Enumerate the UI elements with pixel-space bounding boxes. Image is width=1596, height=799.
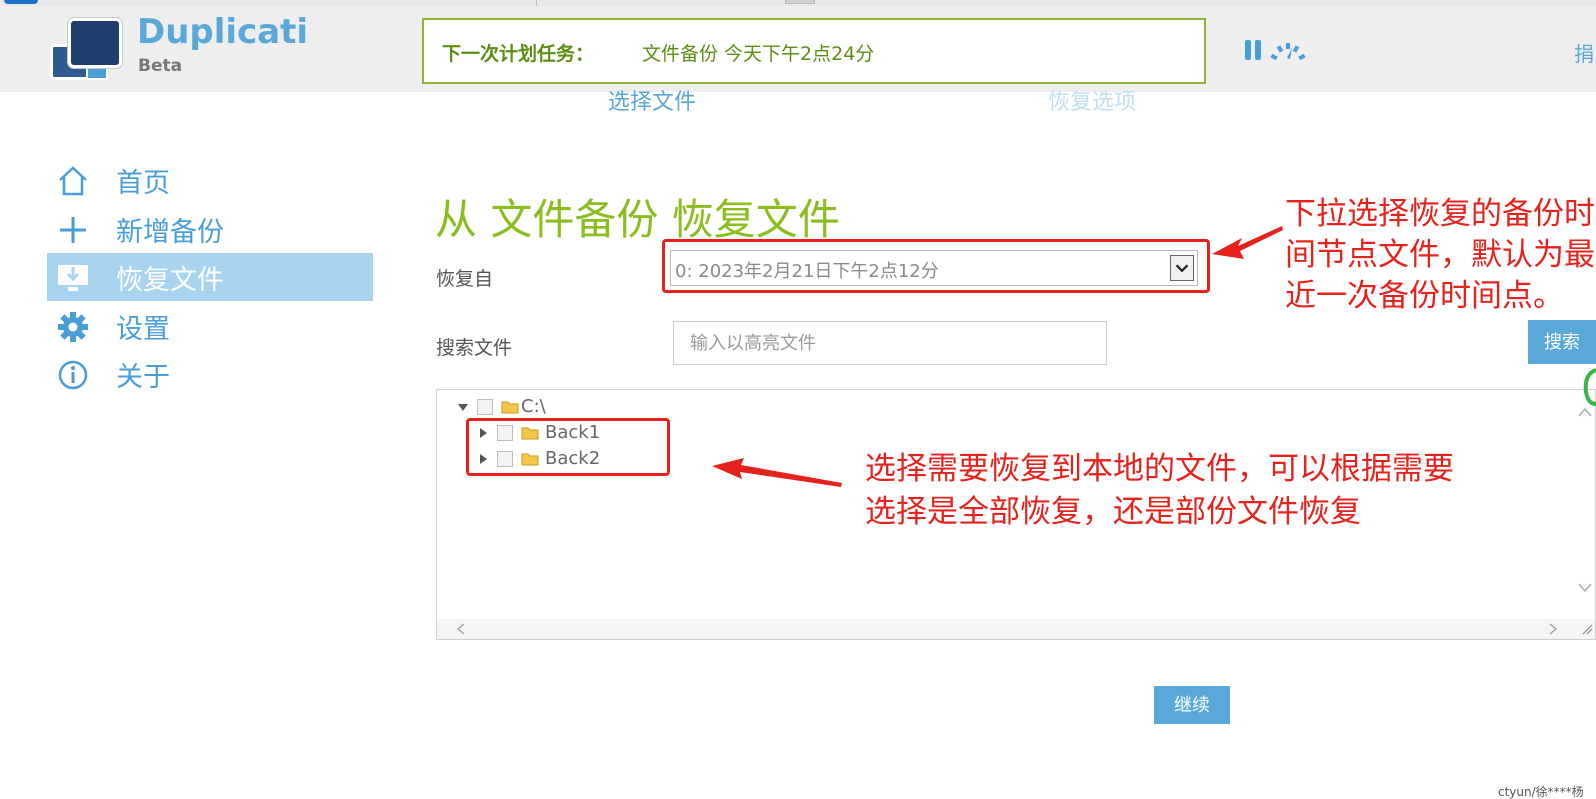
restore-from-label: 恢复自	[436, 268, 494, 290]
search-button[interactable]: 搜索	[1528, 320, 1596, 364]
plus-icon	[60, 217, 86, 243]
brand-subtitle: Beta	[138, 56, 183, 76]
sidebar-item-label: 首页	[116, 168, 170, 199]
donate-link[interactable]: 捐	[1574, 38, 1594, 67]
next-schedule-banner: 下一次计划任务： 文件备份 今天下午2点24分	[422, 18, 1206, 84]
restore-icon	[58, 265, 88, 291]
continue-button[interactable]: 继续	[1154, 686, 1230, 724]
browser-icon	[4, 0, 38, 4]
sidebar-item-label: 新增备份	[116, 217, 224, 248]
arrow-to-select	[1212, 226, 1283, 259]
sidebar-item-label: 恢复文件	[116, 265, 224, 296]
throttle-icon[interactable]	[1270, 40, 1306, 62]
annotation-tree-note-line: 选择是全部恢复，还是部份文件恢复	[865, 494, 1361, 530]
sidebar-item-add-backup[interactable]: 新增备份	[47, 205, 373, 253]
app-window: { "app": { "brand": "Duplicati", "brand_…	[0, 0, 1596, 799]
next-schedule-value: 文件备份 今天下午2点24分	[642, 43, 875, 65]
wizard-step-restore-options[interactable]: 恢复选项	[1048, 84, 1136, 116]
tree-node-label: C:\	[521, 396, 546, 417]
brand-title: Duplicati	[137, 12, 309, 52]
sidebar-item-restore[interactable]: 恢复文件	[47, 253, 373, 301]
sidebar-item-about[interactable]: 关于	[47, 350, 373, 398]
annotation-highlight-tree	[466, 418, 670, 476]
info-icon	[58, 360, 88, 390]
sidebar-item-home[interactable]: 首页	[47, 156, 373, 204]
annotation-highlight-select	[662, 239, 1210, 293]
next-schedule-label: 下一次计划任务：	[442, 43, 595, 65]
sidebar-item-label: 设置	[116, 314, 170, 345]
home-icon	[59, 166, 87, 196]
annotation-tree-note: 选择需要恢复到本地的文件，可以根据需要 选择是全部恢复，还是部份文件恢复	[865, 448, 1565, 534]
annotation-tree-note-line: 选择需要恢复到本地的文件，可以根据需要	[865, 451, 1454, 487]
pause-icon[interactable]	[1245, 40, 1263, 60]
sidebar-item-settings[interactable]: 设置	[47, 302, 373, 350]
duplicati-logo-icon[interactable]	[50, 14, 126, 84]
wizard-step-select-files[interactable]: 选择文件	[608, 84, 696, 116]
vertical-scrollbar[interactable]	[1577, 404, 1593, 604]
annotation-select-note: 下拉选择恢复的备份时间节点文件，默认为最近一次备份时间点。	[1285, 196, 1595, 314]
watermark-text: ctyun/徐****杨	[1498, 785, 1584, 799]
resize-grip-icon[interactable]	[1581, 623, 1593, 635]
horizontal-scrollbar[interactable]	[437, 619, 1595, 639]
sidebar-item-label: 关于	[116, 362, 170, 393]
search-files-label: 搜索文件	[436, 337, 513, 359]
browser-tab-button[interactable]	[785, 0, 815, 4]
gear-icon	[58, 312, 88, 342]
caret-down-icon[interactable]	[457, 400, 469, 414]
tree-checkbox[interactable]	[477, 399, 493, 415]
app-header: Duplicati Beta 下一次计划任务： 文件备份 今天下午2点24分 捐	[0, 6, 1596, 92]
page-title: 从 文件备份 恢复文件	[435, 195, 840, 244]
search-input[interactable]	[673, 321, 1107, 365]
folder-icon	[501, 401, 519, 414]
